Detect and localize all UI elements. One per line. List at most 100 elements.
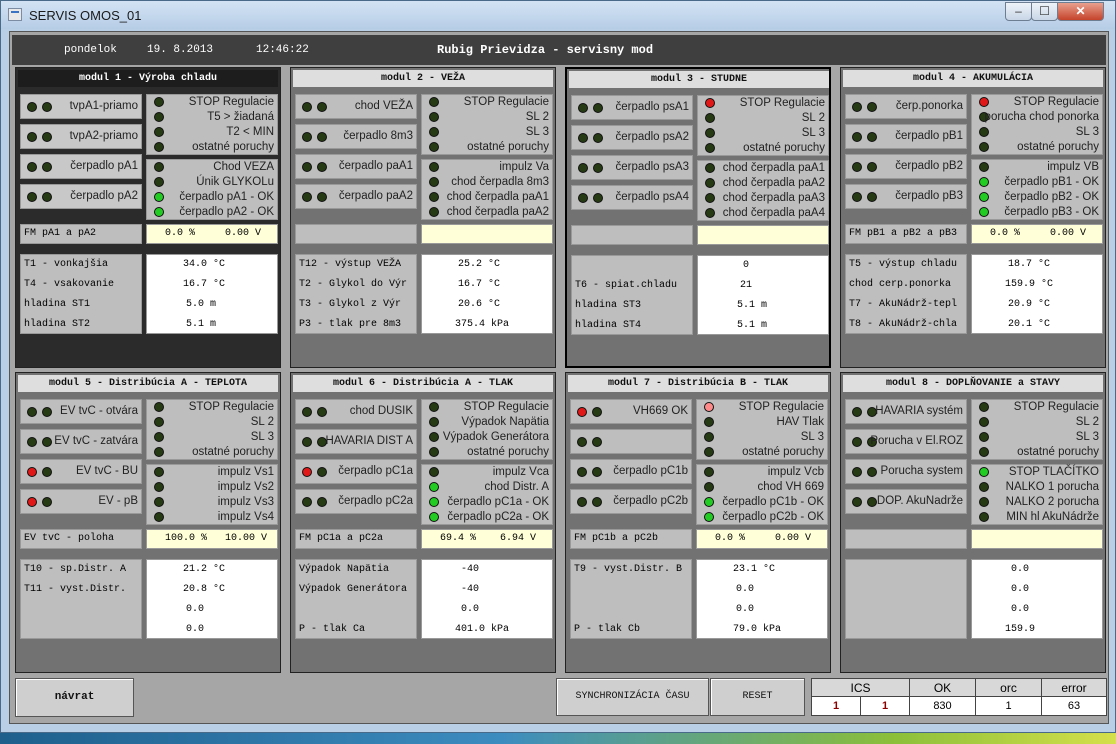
value-number: 0.0	[1010, 564, 1029, 575]
status-led	[704, 482, 714, 492]
signal-row: čerpadlo pB1	[845, 124, 967, 149]
signal-row: čerpadlo pC2b	[570, 489, 692, 514]
alarm-line: impulz Vs2	[147, 480, 277, 495]
signal-label: čerpadlo pC1a	[338, 465, 413, 477]
status-led	[867, 132, 877, 142]
reset-button[interactable]: RESET	[710, 678, 805, 716]
status-led	[42, 162, 52, 172]
status-led	[42, 437, 52, 447]
fm-value-field[interactable]: 0.0 % 0.00 V	[971, 224, 1103, 244]
status-led	[317, 467, 327, 477]
value-number: 159.9	[1004, 624, 1035, 635]
alarm-line: chod čerpadla paA1	[422, 190, 552, 205]
measurement-label: T5 - výstup chladu	[849, 259, 958, 270]
back-button[interactable]: návrat	[15, 678, 134, 717]
alarm-line: chod čerpadla paA4	[698, 206, 828, 221]
alarm-label: ostatné poruchy	[743, 142, 825, 154]
alarm-line: T5 > žiadaná	[147, 110, 277, 125]
status-led	[593, 163, 603, 173]
fm-percent: 0.0 %	[990, 228, 1021, 239]
minimize-button[interactable]: –	[1005, 2, 1032, 21]
status-led	[302, 497, 312, 507]
maximize-button[interactable]: ☐	[1031, 2, 1058, 21]
status-led	[154, 417, 164, 427]
measurement-label: P - tlak Cb	[574, 624, 641, 635]
measurement-labels	[845, 559, 967, 639]
fm-value-field[interactable]	[971, 529, 1103, 549]
value-number: 20.6	[457, 299, 482, 310]
alarm-line: NALKO 2 porucha	[972, 495, 1102, 510]
measurement-value: 20.6 °C	[422, 295, 552, 315]
alarm-line: chod čerpadla paA1	[698, 161, 828, 176]
status-led	[429, 432, 439, 442]
status-led	[429, 207, 439, 217]
module-title: modul 6 - Distribúcia A - TLAK	[293, 375, 553, 392]
fm-value-field[interactable]	[421, 224, 553, 244]
alarm-line: chod čerpadla paA3	[698, 191, 828, 206]
alarm-label: impulz Vs2	[217, 481, 274, 493]
measurement-value: 5.1 m	[147, 315, 277, 335]
measurement-label: chod cerp.ponorka	[849, 279, 952, 290]
signal-label: DOP. AkuNadrže	[876, 495, 963, 507]
status-led	[317, 132, 327, 142]
title-bar[interactable]: SERVIS OMOS_01 – ☐ ✕	[1, 1, 1115, 29]
status-led	[27, 407, 37, 417]
signal-label: čerpadlo pB2	[895, 160, 963, 172]
alarm-line: STOP Regulacie	[972, 400, 1102, 415]
measurement-label: Výpadok Generátora	[299, 584, 408, 595]
alarm-label: chod čerpadla paA3	[722, 192, 825, 204]
fm-value-field[interactable]: 0.0 % 0.00 V	[146, 224, 278, 244]
fm-value-field[interactable]	[697, 225, 829, 245]
fm-value-field[interactable]: 0.0 % 0.00 V	[696, 529, 828, 549]
measurement-values: 23.1 °C 0.0 0.0 79.0 kPa	[696, 559, 828, 639]
status-led	[705, 128, 715, 138]
measurement-label: hladina ST4	[575, 320, 642, 331]
status-led	[592, 497, 602, 507]
status-led	[852, 102, 862, 112]
measurement-value: 0.0	[972, 580, 1102, 600]
status-led	[578, 163, 588, 173]
alarm-box: Chod VEZA Únik GLYKOLu čerpadlo pA1 - OK če…	[146, 159, 278, 220]
measurement-label: T12 - výstup VEŽA	[299, 259, 402, 270]
status-led	[42, 192, 52, 202]
fm-value-field[interactable]: 69.4 % 6.94 V	[421, 529, 553, 549]
alarm-label: T5 > žiadaná	[207, 111, 274, 123]
fm-value-field[interactable]: 100.0 % 10.00 V	[146, 529, 278, 549]
status-led	[27, 497, 37, 507]
signal-row: čerpadlo psA1	[571, 95, 693, 120]
signal-label: Porucha system	[880, 465, 963, 477]
value-unit: °C	[1038, 319, 1051, 330]
sync-time-button[interactable]: SYNCHRONIZÁCIA ČASU	[556, 678, 709, 716]
fm-percent: 69.4 %	[440, 533, 477, 544]
status-led	[302, 132, 312, 142]
module-title: modul 2 - VEŽA	[293, 70, 553, 87]
status-led	[154, 162, 164, 172]
signal-row: čerpadlo pA1	[20, 154, 142, 179]
status-led	[852, 132, 862, 142]
signal-label: čerpadlo pC1b	[613, 465, 688, 477]
fm-voltage: 6.94 V	[500, 533, 537, 544]
close-button[interactable]: ✕	[1057, 2, 1104, 21]
fm-label: FM pB1 a pB2 a pB3	[845, 224, 967, 244]
service-panel: pondelok 19. 8.2013 12:46:22 Rubig Priev…	[9, 31, 1109, 724]
alarm-line: chod čerpadla paA2	[422, 205, 552, 220]
signal-row: čerpadlo pB2	[845, 154, 967, 179]
alarm-line: impulz VB	[972, 160, 1102, 175]
status-led	[852, 467, 862, 477]
alarm-label: chod čerpadla paA1	[446, 191, 549, 203]
value-number: 20.1	[1007, 319, 1032, 330]
status-led	[705, 193, 715, 203]
alarm-label: SL 2	[525, 111, 549, 123]
status-led	[27, 467, 37, 477]
status-led	[704, 402, 714, 412]
alarm-line: Výpadok Napätia	[422, 415, 552, 430]
status-led	[979, 447, 989, 457]
measurement-label	[21, 620, 141, 640]
alarm-line: SL 2	[698, 111, 828, 126]
status-led	[429, 497, 439, 507]
app-window: SERVIS OMOS_01 – ☐ ✕ pondelok 19. 8.2013…	[0, 0, 1116, 733]
status-led	[593, 133, 603, 143]
signal-row: tvpA2-priamo	[20, 124, 142, 149]
signal-row: DOP. AkuNadrže	[845, 489, 967, 514]
status-led	[578, 133, 588, 143]
